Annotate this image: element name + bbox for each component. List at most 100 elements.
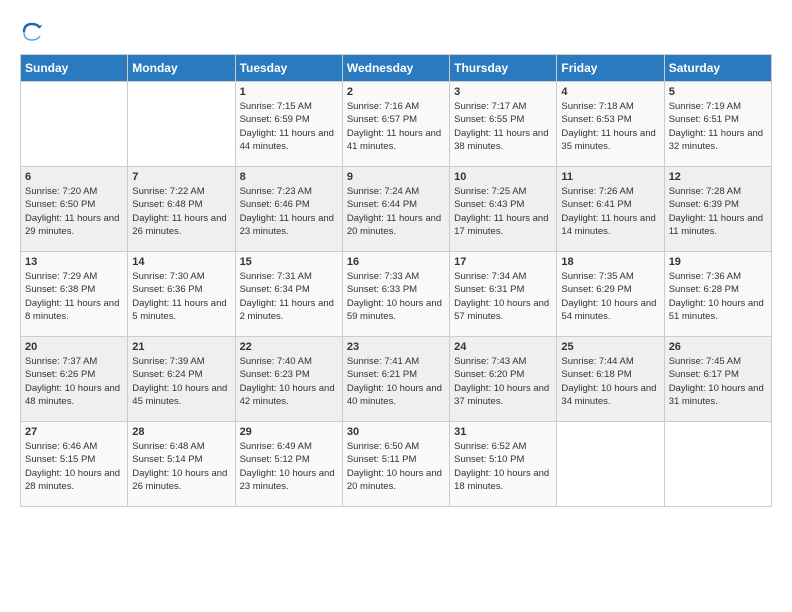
day-number: 30: [347, 426, 445, 438]
calendar-cell: 15 Sunrise: 7:31 AMSunset: 6:34 PMDayligh…: [235, 252, 342, 337]
day-info: Sunrise: 7:26 AMSunset: 6:41 PMDaylight:…: [561, 185, 659, 238]
calendar-cell: 10 Sunrise: 7:25 AMSunset: 6:43 PMDayligh…: [450, 167, 557, 252]
calendar-cell: 17 Sunrise: 7:34 AMSunset: 6:31 PMDayligh…: [450, 252, 557, 337]
day-info: Sunrise: 6:50 AMSunset: 5:11 PMDaylight:…: [347, 440, 445, 493]
day-header-sunday: Sunday: [21, 55, 128, 82]
calendar-cell: 27 Sunrise: 6:46 AMSunset: 5:15 PMDayligh…: [21, 422, 128, 507]
calendar-cell: 22Sunrise: 7:40 AMSunset: 6:23 PMDayligh…: [235, 337, 342, 422]
day-info: Sunrise: 7:33 AMSunset: 6:33 PMDaylight:…: [347, 270, 445, 323]
day-info: Sunrise: 6:52 AMSunset: 5:10 PMDaylight:…: [454, 440, 552, 493]
calendar-cell: 3 Sunrise: 7:17 AMSunset: 6:55 PMDaylight…: [450, 82, 557, 167]
calendar-cell: 12 Sunrise: 7:28 AMSunset: 6:39 PMDayligh…: [664, 167, 771, 252]
day-info: Sunrise: 7:20 AMSunset: 6:50 PMDaylight:…: [25, 185, 123, 238]
calendar-cell: 8Sunrise: 7:23 AMSunset: 6:46 PMDaylight…: [235, 167, 342, 252]
calendar-cell: [128, 82, 235, 167]
logo-icon: [20, 20, 44, 44]
day-number: 2: [347, 86, 445, 98]
day-info: Sunrise: 7:34 AMSunset: 6:31 PMDaylight:…: [454, 270, 552, 323]
calendar-cell: 14 Sunrise: 7:30 AMSunset: 6:36 PMDayligh…: [128, 252, 235, 337]
day-number: 3: [454, 86, 552, 98]
day-number: 27: [25, 426, 123, 438]
day-info: Sunrise: 6:49 AMSunset: 5:12 PMDaylight:…: [240, 440, 338, 493]
day-header-monday: Monday: [128, 55, 235, 82]
day-info: Sunrise: 7:28 AMSunset: 6:39 PMDaylight:…: [669, 185, 767, 238]
calendar-cell: 2 Sunrise: 7:16 AMSunset: 6:57 PMDaylight…: [342, 82, 449, 167]
day-number: 7: [132, 171, 230, 183]
calendar-cell: 31 Sunrise: 6:52 AMSunset: 5:10 PMDayligh…: [450, 422, 557, 507]
day-info: Sunrise: 6:48 AMSunset: 5:14 PMDaylight:…: [132, 440, 230, 493]
calendar-cell: 25Sunrise: 7:44 AMSunset: 6:18 PMDayligh…: [557, 337, 664, 422]
calendar-cell: 11 Sunrise: 7:26 AMSunset: 6:41 PMDayligh…: [557, 167, 664, 252]
day-info: Sunrise: 7:37 AMSunset: 6:26 PMDaylight:…: [25, 355, 123, 408]
calendar-cell: 28 Sunrise: 6:48 AMSunset: 5:14 PMDayligh…: [128, 422, 235, 507]
day-number: 29: [240, 426, 338, 438]
day-number: 15: [240, 256, 338, 268]
calendar-cell: [21, 82, 128, 167]
day-info: Sunrise: 7:36 AMSunset: 6:28 PMDaylight:…: [669, 270, 767, 323]
day-number: 13: [25, 256, 123, 268]
day-number: 11: [561, 171, 659, 183]
week-row-2: 6 Sunrise: 7:20 AMSunset: 6:50 PMDaylight…: [21, 167, 772, 252]
day-number: 19: [669, 256, 767, 268]
day-number: 22: [240, 341, 338, 353]
day-info: Sunrise: 6:46 AMSunset: 5:15 PMDaylight:…: [25, 440, 123, 493]
day-number: 31: [454, 426, 552, 438]
calendar-cell: 9Sunrise: 7:24 AMSunset: 6:44 PMDaylight…: [342, 167, 449, 252]
calendar-table: SundayMondayTuesdayWednesdayThursdayFrid…: [20, 54, 772, 507]
day-number: 24: [454, 341, 552, 353]
day-header-wednesday: Wednesday: [342, 55, 449, 82]
day-number: 23: [347, 341, 445, 353]
page-header: [20, 20, 772, 44]
calendar-cell: 4Sunrise: 7:18 AMSunset: 6:53 PMDaylight…: [557, 82, 664, 167]
day-info: Sunrise: 7:19 AMSunset: 6:51 PMDaylight:…: [669, 100, 767, 153]
calendar-cell: 24Sunrise: 7:43 AMSunset: 6:20 PMDayligh…: [450, 337, 557, 422]
day-info: Sunrise: 7:41 AMSunset: 6:21 PMDaylight:…: [347, 355, 445, 408]
calendar-cell: [664, 422, 771, 507]
logo: [20, 20, 48, 44]
day-info: Sunrise: 7:24 AMSunset: 6:44 PMDaylight:…: [347, 185, 445, 238]
day-info: Sunrise: 7:15 AMSunset: 6:59 PMDaylight:…: [240, 100, 338, 153]
calendar-cell: 26 Sunrise: 7:45 AMSunset: 6:17 PMDayligh…: [664, 337, 771, 422]
calendar-cell: 1Sunrise: 7:15 AMSunset: 6:59 PMDaylight…: [235, 82, 342, 167]
day-info: Sunrise: 7:29 AMSunset: 6:38 PMDaylight:…: [25, 270, 123, 323]
day-info: Sunrise: 7:22 AMSunset: 6:48 PMDaylight:…: [132, 185, 230, 238]
calendar-cell: 20Sunrise: 7:37 AMSunset: 6:26 PMDayligh…: [21, 337, 128, 422]
day-number: 26: [669, 341, 767, 353]
calendar-cell: 7 Sunrise: 7:22 AMSunset: 6:48 PMDaylight…: [128, 167, 235, 252]
week-row-5: 27 Sunrise: 6:46 AMSunset: 5:15 PMDayligh…: [21, 422, 772, 507]
calendar-cell: 6 Sunrise: 7:20 AMSunset: 6:50 PMDaylight…: [21, 167, 128, 252]
day-info: Sunrise: 7:17 AMSunset: 6:55 PMDaylight:…: [454, 100, 552, 153]
day-number: 28: [132, 426, 230, 438]
day-info: Sunrise: 7:23 AMSunset: 6:46 PMDaylight:…: [240, 185, 338, 238]
calendar-cell: [557, 422, 664, 507]
header-row: SundayMondayTuesdayWednesdayThursdayFrid…: [21, 55, 772, 82]
day-number: 5: [669, 86, 767, 98]
day-header-saturday: Saturday: [664, 55, 771, 82]
calendar-cell: 23 Sunrise: 7:41 AMSunset: 6:21 PMDayligh…: [342, 337, 449, 422]
day-header-friday: Friday: [557, 55, 664, 82]
week-row-4: 20Sunrise: 7:37 AMSunset: 6:26 PMDayligh…: [21, 337, 772, 422]
day-number: 4: [561, 86, 659, 98]
day-number: 16: [347, 256, 445, 268]
week-row-1: 1Sunrise: 7:15 AMSunset: 6:59 PMDaylight…: [21, 82, 772, 167]
calendar-cell: 5 Sunrise: 7:19 AMSunset: 6:51 PMDaylight…: [664, 82, 771, 167]
day-number: 17: [454, 256, 552, 268]
day-number: 18: [561, 256, 659, 268]
day-number: 14: [132, 256, 230, 268]
day-info: Sunrise: 7:30 AMSunset: 6:36 PMDaylight:…: [132, 270, 230, 323]
day-info: Sunrise: 7:45 AMSunset: 6:17 PMDaylight:…: [669, 355, 767, 408]
calendar-cell: 30 Sunrise: 6:50 AMSunset: 5:11 PMDayligh…: [342, 422, 449, 507]
day-number: 12: [669, 171, 767, 183]
day-info: Sunrise: 7:16 AMSunset: 6:57 PMDaylight:…: [347, 100, 445, 153]
day-number: 6: [25, 171, 123, 183]
calendar-cell: 29 Sunrise: 6:49 AMSunset: 5:12 PMDayligh…: [235, 422, 342, 507]
calendar-cell: 16 Sunrise: 7:33 AMSunset: 6:33 PMDayligh…: [342, 252, 449, 337]
day-info: Sunrise: 7:25 AMSunset: 6:43 PMDaylight:…: [454, 185, 552, 238]
day-number: 21: [132, 341, 230, 353]
day-info: Sunrise: 7:39 AMSunset: 6:24 PMDaylight:…: [132, 355, 230, 408]
day-header-thursday: Thursday: [450, 55, 557, 82]
day-info: Sunrise: 7:31 AMSunset: 6:34 PMDaylight:…: [240, 270, 338, 323]
calendar-cell: 21 Sunrise: 7:39 AMSunset: 6:24 PMDayligh…: [128, 337, 235, 422]
day-number: 10: [454, 171, 552, 183]
calendar-cell: 18Sunrise: 7:35 AMSunset: 6:29 PMDayligh…: [557, 252, 664, 337]
